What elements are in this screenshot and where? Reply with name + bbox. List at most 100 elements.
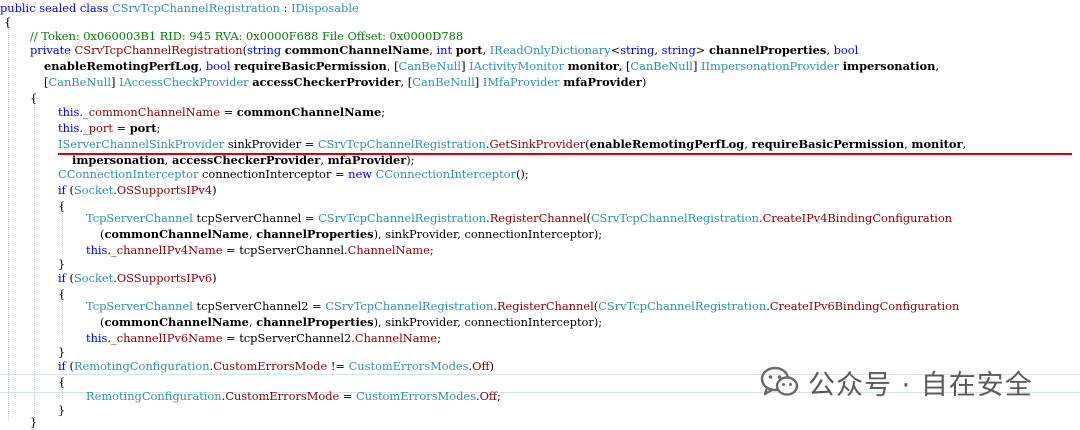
code-token: IReadOnlyDictionary: [489, 43, 611, 57]
code-token: commonChannelName: [104, 315, 249, 329]
code-token: CustomErrorsMode: [225, 389, 340, 403]
code-token: IActivityMonitor: [469, 59, 568, 73]
code-line: enableRemotingPerfLog, bool requireBasic…: [0, 58, 1080, 74]
code-line: (commonChannelName, channelProperties), …: [0, 314, 1080, 330]
code-token: CustomErrorsModes: [356, 389, 476, 403]
code-token: }: [30, 415, 38, 429]
code-token: _channelIPv4Name: [111, 243, 223, 257]
code-token: bool: [205, 59, 235, 73]
code-token: string: [247, 43, 285, 57]
code-token: ;: [497, 389, 501, 403]
code-line: this._port = port;: [0, 120, 1080, 136]
code-token: RegisterChannel: [489, 211, 587, 225]
code-token: CSrvTcpChannelRegistration: [317, 137, 486, 151]
code-token: CreateIPv6BindingConfiguration: [769, 299, 960, 313]
code-token: ;: [429, 243, 434, 257]
code-token: enableRemotingPerfLog: [44, 59, 199, 73]
code-token: mfaProvider: [327, 153, 407, 167]
code-line: TcpServerChannel tcpServerChannel = CSrv…: [0, 210, 1080, 226]
code-token: RemotingConfiguration: [86, 389, 222, 403]
code-token: this: [86, 243, 108, 257]
code-token: :: [280, 1, 292, 15]
code-token: CSrvTcpChannelRegistration: [325, 299, 494, 313]
red-underline: [58, 153, 1072, 155]
code-token: if: [58, 183, 70, 197]
code-token: }: [58, 257, 66, 271]
code-token: ,: [962, 137, 967, 151]
code-token: ), sinkProvider, connectionInterceptor);: [373, 315, 603, 329]
code-line: }: [0, 414, 1080, 430]
code-token: GetSinkProvider: [489, 137, 586, 151]
code-token: CSrvTcpChannelRegistration: [598, 299, 767, 313]
code-token: connectionInterceptor =: [198, 167, 349, 181]
code-token: monitor: [567, 59, 619, 73]
code-token: _channelIPv6Name: [111, 331, 223, 345]
code-line: if (Socket.OSSupportsIPv4): [0, 182, 1080, 198]
code-token: commonChannelName: [236, 105, 382, 119]
code-token: ();: [515, 167, 529, 181]
code-token: {: [4, 15, 12, 29]
code-token: ;: [437, 331, 441, 345]
code-token: new: [348, 167, 376, 181]
code-token: CanBeNull: [48, 75, 111, 89]
code-token: ,: [198, 59, 206, 73]
code-token: Off: [472, 359, 490, 373]
code-token: =: [219, 105, 237, 119]
code-token: mfaProvider: [563, 75, 642, 89]
code-token: >: [695, 43, 709, 57]
code-token: commonChannelName: [104, 227, 249, 241]
code-token: accessCheckerProvider: [171, 153, 321, 167]
code-line: IServerChannelSinkProvider sinkProvider …: [0, 136, 1080, 152]
code-token: CSrvTcpChannelRegistration: [112, 1, 281, 15]
code-token: Socket: [73, 271, 114, 285]
code-line: if (Socket.OSSupportsIPv6): [0, 270, 1080, 286]
code-token: bool: [833, 43, 859, 57]
code-token: sinkProvider =: [224, 137, 318, 151]
code-token: }: [58, 345, 66, 359]
code-token: string: [620, 43, 655, 57]
code-token: ,: [826, 43, 834, 57]
code-token: this: [86, 331, 108, 345]
code-token: =: [112, 121, 130, 135]
code-token: if: [58, 359, 70, 373]
code-line: TcpServerChannel tcpServerChannel2 = CSr…: [0, 298, 1080, 314]
code-token: ]: [692, 59, 702, 73]
code-token: IServerChannelSinkProvider: [58, 137, 225, 151]
code-token: ChannelName: [347, 243, 430, 257]
code-token: ,: [320, 153, 328, 167]
code-token: tcpServerChannel2 =: [192, 299, 326, 313]
code-token: !=: [327, 359, 349, 373]
code-line: [CanBeNull] IAccessCheckProvider accessC…: [0, 74, 1080, 90]
code-token: RemotingConfiguration: [73, 359, 210, 373]
code-token: CConnectionInterceptor: [58, 167, 199, 181]
code-token: port: [129, 121, 157, 135]
code-token: =: [339, 389, 357, 403]
code-token: channelProperties: [256, 315, 374, 329]
code-token: tcpServerChannel =: [192, 211, 319, 225]
code-token: CustomErrorsMode: [213, 359, 328, 373]
code-token: OSSupportsIPv4: [116, 183, 213, 197]
code-token: port: [455, 43, 483, 57]
code-token: CSrvTcpChannelRegistration: [590, 211, 759, 225]
code-token: ,: [935, 59, 940, 73]
code-token: ), sinkProvider, connectionInterceptor);: [373, 227, 603, 241]
code-token: int: [436, 43, 456, 57]
code-token: ,: [654, 43, 662, 57]
code-token: , [: [618, 59, 631, 73]
code-token: monitor: [911, 137, 963, 151]
code-token: RegisterChannel: [496, 299, 594, 313]
code-token: this: [58, 105, 80, 119]
code-token: // Token: 0x060003B1 RID: 945 RVA: 0x000…: [30, 29, 464, 43]
code-token: impersonation: [842, 59, 936, 73]
code-token: IAccessCheckProvider: [119, 75, 253, 89]
code-token: channelProperties: [256, 227, 374, 241]
code-token: string: [661, 43, 696, 57]
code-token: private: [30, 43, 75, 57]
code-token: CSrvTcpChannelRegistration: [74, 43, 243, 57]
code-token: IImpersonationProvider: [701, 59, 843, 73]
wechat-icon: [760, 366, 799, 396]
code-token: if: [58, 271, 70, 285]
code-token: commonChannelName: [284, 43, 430, 57]
code-token: ]: [111, 75, 120, 89]
code-token: Off: [479, 389, 498, 403]
